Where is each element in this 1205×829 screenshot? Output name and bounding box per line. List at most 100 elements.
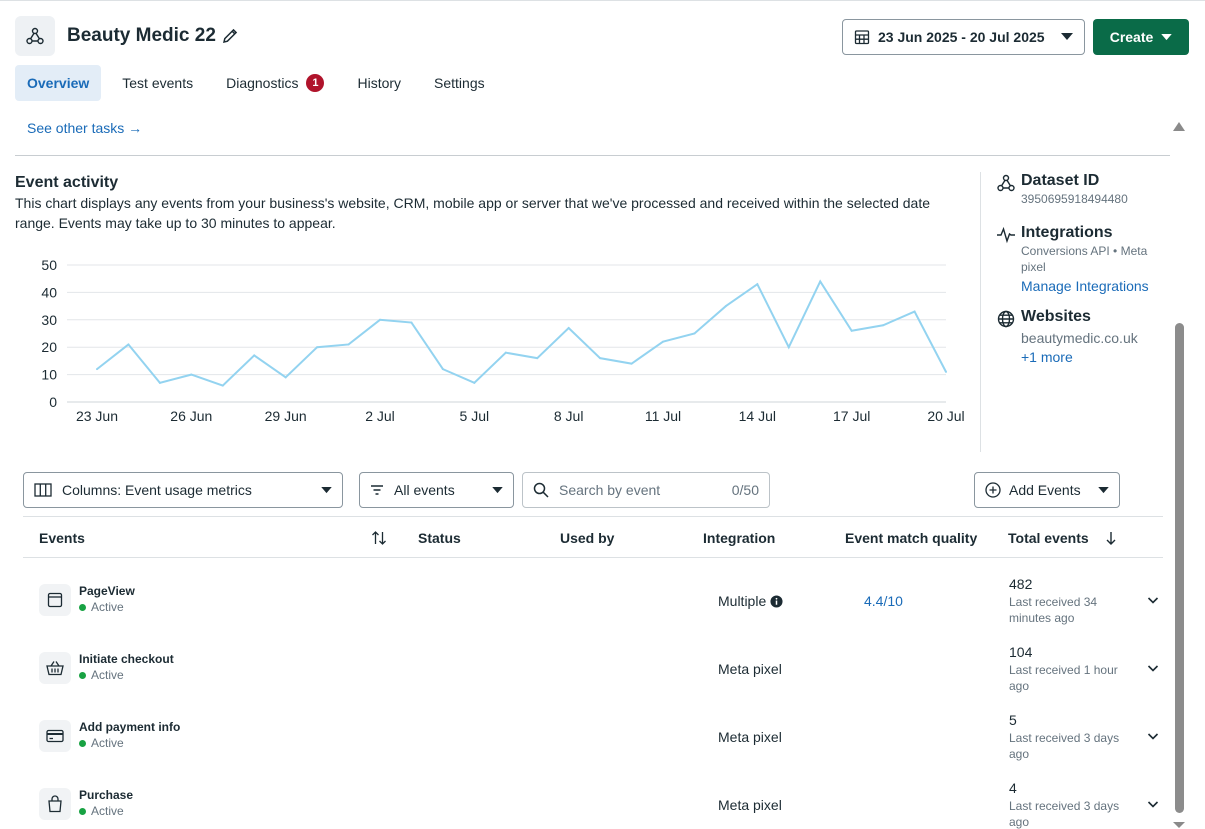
data-point[interactable] xyxy=(473,381,476,384)
add-events-button[interactable]: Add Events xyxy=(974,472,1120,508)
data-point[interactable] xyxy=(913,310,916,313)
tab-test-events[interactable]: Test events xyxy=(110,65,205,101)
event-last-received: Last received 3 days ago xyxy=(1009,731,1120,761)
header-integration[interactable]: Integration xyxy=(703,530,775,546)
notification-badge: 1 xyxy=(306,74,325,92)
globe-icon xyxy=(997,310,1015,328)
caret-down-icon xyxy=(321,486,332,493)
info-icon[interactable] xyxy=(770,594,783,608)
dataset-id-title: Dataset ID xyxy=(1021,172,1100,189)
data-point[interactable] xyxy=(441,368,444,371)
data-point[interactable] xyxy=(127,343,130,346)
scroll-down-arrow[interactable] xyxy=(1173,822,1185,828)
status-text: Active xyxy=(91,668,124,682)
data-point[interactable] xyxy=(316,346,319,349)
header-status[interactable]: Status xyxy=(418,530,461,546)
data-point[interactable] xyxy=(190,373,193,376)
header-emq[interactable]: Event match quality xyxy=(845,530,977,546)
table-row[interactable]: PageView Active Multiple 4.4/10 482 Last… xyxy=(23,576,1163,652)
columns-dropdown[interactable]: Columns: Event usage metrics xyxy=(23,472,343,508)
data-point[interactable] xyxy=(756,283,759,286)
tab-diagnostics[interactable]: Diagnostics 1 xyxy=(214,65,336,101)
search-count: 0/50 xyxy=(731,482,759,498)
chevron-down-icon[interactable] xyxy=(1145,728,1161,744)
data-point[interactable] xyxy=(347,343,350,346)
chevron-down-icon[interactable] xyxy=(1145,592,1161,608)
header-used-by[interactable]: Used by xyxy=(560,530,614,546)
manage-integrations-link[interactable]: Manage Integrations xyxy=(1021,278,1161,294)
x-tick-label: 17 Jul xyxy=(833,408,870,424)
data-point[interactable] xyxy=(630,362,633,365)
data-point[interactable] xyxy=(253,354,256,357)
event-status: Active xyxy=(79,736,124,750)
search-placeholder: Search by event xyxy=(559,482,661,498)
pencil-icon[interactable] xyxy=(220,26,240,46)
table-row[interactable]: Purchase Active Meta pixel 4 Last receiv… xyxy=(23,780,1163,829)
event-last-received: Last received 34 minutes ago xyxy=(1009,595,1098,625)
data-point[interactable] xyxy=(882,324,885,327)
chevron-down-icon[interactable] xyxy=(1145,796,1161,812)
event-name: PageView xyxy=(79,584,135,598)
columns-icon xyxy=(34,483,52,497)
date-range-picker[interactable]: 23 Jun 2025 - 20 Jul 2025 xyxy=(842,19,1085,55)
data-point[interactable] xyxy=(504,351,507,354)
data-point[interactable] xyxy=(787,346,790,349)
event-match-quality[interactable]: 4.4/10 xyxy=(864,593,903,609)
table-row[interactable]: Initiate checkout Active Meta pixel 104 … xyxy=(23,644,1163,720)
data-point[interactable] xyxy=(693,332,696,335)
date-range-label: 23 Jun 2025 - 20 Jul 2025 xyxy=(878,29,1045,45)
divider xyxy=(15,155,1170,156)
events-filter-dropdown[interactable]: All events xyxy=(359,472,514,508)
data-point[interactable] xyxy=(379,318,381,321)
create-button[interactable]: Create xyxy=(1093,19,1189,55)
y-tick-label: 10 xyxy=(41,367,57,383)
integrations-title: Integrations xyxy=(1021,224,1113,241)
search-input[interactable]: Search by event 0/50 xyxy=(522,472,770,508)
data-point[interactable] xyxy=(945,370,947,373)
data-point[interactable] xyxy=(221,384,224,387)
table-row[interactable]: Add payment info Active Meta pixel 5 Las… xyxy=(23,712,1163,788)
scroll-up-arrow[interactable] xyxy=(1173,122,1185,131)
data-point[interactable] xyxy=(96,368,98,371)
data-point[interactable] xyxy=(284,376,287,379)
data-point[interactable] xyxy=(724,305,727,308)
data-point[interactable] xyxy=(410,321,413,324)
chevron-down-icon[interactable] xyxy=(1145,660,1161,676)
header-events: Events xyxy=(39,530,85,546)
dataset-id-section: Dataset ID 3950695918494480 xyxy=(996,172,1161,207)
tab-history[interactable]: History xyxy=(345,65,413,101)
events-filter-label: All events xyxy=(394,482,455,498)
event-status: Active xyxy=(79,668,124,682)
sort-descending-icon[interactable] xyxy=(1105,531,1117,545)
data-point[interactable] xyxy=(599,357,602,360)
see-other-tasks-link[interactable]: See other tasks → xyxy=(27,120,142,136)
y-tick-label: 0 xyxy=(49,394,57,410)
data-point[interactable] xyxy=(567,327,570,330)
tab-label: Overview xyxy=(27,75,90,91)
tab-settings[interactable]: Settings xyxy=(422,65,497,101)
website-value: beautymedic.co.uk xyxy=(1021,330,1138,346)
x-tick-label: 29 Jun xyxy=(265,408,307,424)
scrollbar-thumb[interactable] xyxy=(1175,323,1184,813)
data-point[interactable] xyxy=(158,381,161,384)
status-text: Active xyxy=(91,804,124,818)
data-point[interactable] xyxy=(819,280,822,283)
data-point[interactable] xyxy=(850,329,853,332)
basket-icon xyxy=(39,652,71,684)
caret-down-icon xyxy=(492,486,503,493)
x-tick-label: 26 Jun xyxy=(170,408,212,424)
vertical-divider xyxy=(980,172,981,452)
header-total-events[interactable]: Total events xyxy=(1008,530,1089,546)
more-websites-link[interactable]: +1 more xyxy=(1021,349,1161,365)
data-point[interactable] xyxy=(536,357,539,360)
sort-icon[interactable] xyxy=(371,531,387,545)
tab-label: Settings xyxy=(434,75,485,91)
event-integration: Multiple xyxy=(718,593,783,609)
add-events-label: Add Events xyxy=(1009,482,1081,498)
status-text: Active xyxy=(91,600,124,614)
status-dot xyxy=(79,603,86,611)
x-tick-label: 23 Jun xyxy=(76,408,118,424)
integrations-list: Conversions API • Meta pixel xyxy=(1021,244,1148,274)
data-point[interactable] xyxy=(662,340,664,343)
tab-overview[interactable]: Overview xyxy=(15,65,102,101)
